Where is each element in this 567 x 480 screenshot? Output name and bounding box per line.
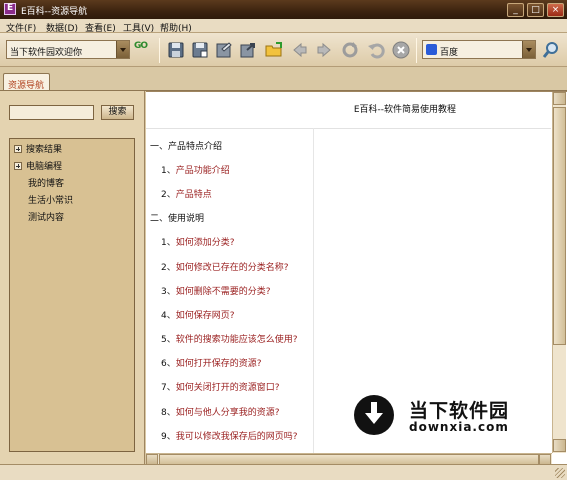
tree-item-programming[interactable]: 电脑编程 xyxy=(14,159,62,172)
doc-link-item[interactable]: 6、如何打开保存的资源? xyxy=(161,356,262,369)
refresh-icon[interactable] xyxy=(340,40,360,60)
category-tree: 搜索结果 电脑编程 我的博客 生活小常识 测试内容 xyxy=(9,138,135,452)
resize-grip-icon[interactable] xyxy=(555,468,565,478)
title-bar: E百科--资源导航 _ □ × xyxy=(0,0,567,19)
maximize-button[interactable]: □ xyxy=(527,3,544,17)
save-as-icon[interactable] xyxy=(190,40,210,60)
toolbar: 当下软件园欢迎你 GO 百度 xyxy=(0,33,567,67)
doc-link-item[interactable]: 5、软件的搜索功能应该怎么使用? xyxy=(161,332,298,345)
toolbar-separator xyxy=(416,38,417,63)
doc-link-item[interactable]: 1、产品功能介绍 xyxy=(161,163,230,176)
export-icon[interactable] xyxy=(238,40,258,60)
watermark-text-en: downxia.com xyxy=(409,420,509,434)
toolbar-separator xyxy=(159,38,160,63)
open-icon[interactable] xyxy=(214,40,234,60)
forward-icon[interactable] xyxy=(314,40,334,60)
sidebar-search-input[interactable] xyxy=(9,105,94,120)
minimize-button[interactable]: _ xyxy=(507,3,524,17)
chevron-down-icon[interactable] xyxy=(522,41,535,58)
status-bar xyxy=(0,464,567,480)
tab-strip: 资源导航 xyxy=(0,67,567,91)
tree-item-life-tips[interactable]: 生活小常识 xyxy=(28,193,73,206)
divider xyxy=(146,128,551,129)
save-icon[interactable] xyxy=(166,40,186,60)
scroll-thumb[interactable] xyxy=(553,107,566,345)
doc-link-item[interactable]: 7、如何关闭打开的资源窗口? xyxy=(161,380,280,393)
doc-link-item[interactable]: 2、产品特点 xyxy=(161,187,212,200)
doc-link-item[interactable]: 9、我可以修改我保存后的网页吗? xyxy=(161,429,298,442)
tree-item-test-content[interactable]: 测试内容 xyxy=(28,210,64,223)
document-title: E百科--软件简易使用教程 xyxy=(353,105,456,115)
tree-item-label: 搜索结果 xyxy=(26,145,63,155)
tab-resource-navigation[interactable]: 资源导航 xyxy=(3,73,50,91)
go-button[interactable]: GO xyxy=(134,41,152,55)
close-button[interactable]: × xyxy=(547,3,564,17)
scroll-down-arrow[interactable] xyxy=(553,439,566,452)
expand-icon[interactable] xyxy=(14,162,22,170)
sidebar: 搜索 搜索结果 电脑编程 我的博客 生活小常识 测试内容 xyxy=(0,91,145,464)
section-heading: 二、使用说明 xyxy=(150,214,205,224)
menu-bar: 文件(F) 数据(D) 查看(E) 工具(V) 帮助(H) xyxy=(0,19,567,34)
watermark-text-cn: 当下软件园 xyxy=(409,400,510,422)
divider xyxy=(313,128,314,453)
download-icon xyxy=(354,395,394,435)
expand-icon[interactable] xyxy=(14,145,22,153)
scroll-up-arrow[interactable] xyxy=(553,92,566,105)
folder-icon[interactable] xyxy=(264,40,284,60)
undo-icon[interactable] xyxy=(366,40,386,60)
search-engine-select[interactable]: 百度 xyxy=(422,40,536,59)
doc-link-item[interactable]: 2、如何修改已存在的分类名称? xyxy=(161,260,289,273)
doc-link-item[interactable]: 3、如何删除不需要的分类? xyxy=(161,284,271,297)
address-combo[interactable]: 当下软件园欢迎你 xyxy=(6,40,130,59)
tree-item-label: 电脑编程 xyxy=(26,162,63,172)
tree-item-blog[interactable]: 我的博客 xyxy=(28,176,64,189)
doc-link-item[interactable]: 8、如何与他人分享我的资源? xyxy=(161,405,280,418)
search-engine-value: 百度 xyxy=(440,48,459,58)
baidu-icon xyxy=(426,44,437,55)
chevron-down-icon[interactable] xyxy=(116,41,129,58)
section-heading: 一、产品特点介绍 xyxy=(150,142,223,152)
tree-item-search-results[interactable]: 搜索结果 xyxy=(14,142,62,155)
search-icon[interactable] xyxy=(541,40,561,60)
doc-link-item[interactable]: 1、如何添加分类? xyxy=(161,235,235,248)
address-value: 当下软件园欢迎你 xyxy=(10,48,83,58)
doc-link-item[interactable]: 4、如何保存网页? xyxy=(161,308,235,321)
app-icon xyxy=(4,3,16,15)
window-title: E百科--资源导航 xyxy=(21,7,88,17)
back-icon[interactable] xyxy=(290,40,310,60)
watermark: 当下软件园 downxia.com xyxy=(354,393,554,439)
stop-icon[interactable] xyxy=(391,40,411,60)
vertical-scrollbar[interactable] xyxy=(552,92,566,453)
sidebar-search-button[interactable]: 搜索 xyxy=(101,105,134,120)
